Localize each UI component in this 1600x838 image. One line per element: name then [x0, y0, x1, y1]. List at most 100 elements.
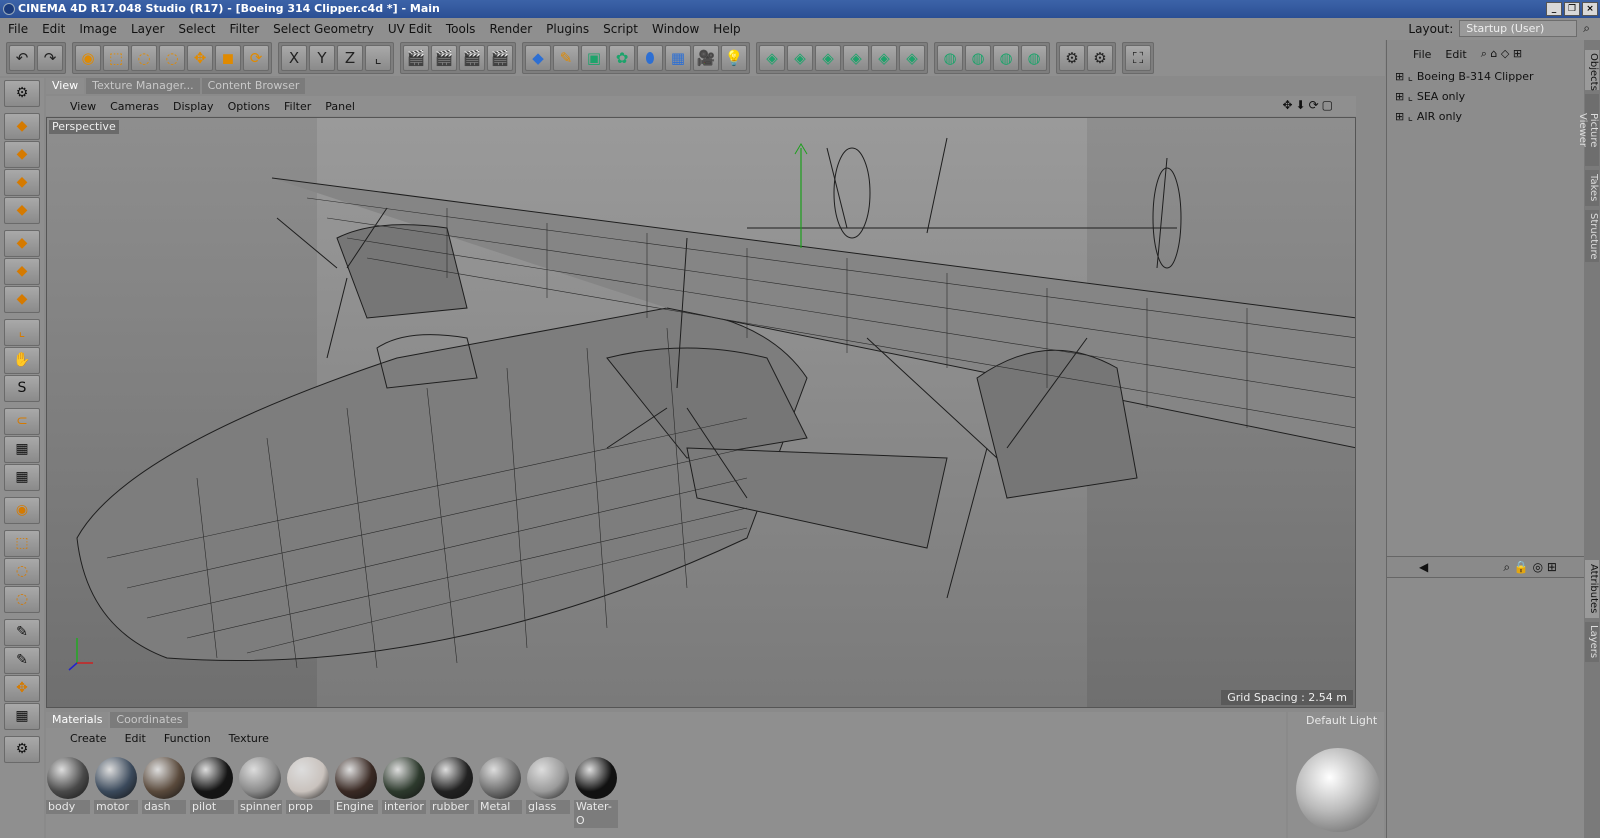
attribute-tools-icon[interactable]: ⌕ 🔒 ◎ ⊞ — [1503, 560, 1557, 575]
maximize-button[interactable]: ❐ — [1564, 2, 1580, 16]
object-menu-file[interactable]: File — [1413, 48, 1431, 61]
edit-render-settings-icon[interactable]: 🎬 — [487, 45, 513, 71]
lasso-selection-icon[interactable]: ◌ — [131, 45, 157, 71]
material-swatch[interactable]: prop — [286, 756, 330, 814]
array-icon[interactable]: ✿ — [609, 45, 635, 71]
points-mode-icon[interactable]: ◈ — [759, 45, 785, 71]
back-arrow-icon[interactable]: ◀ — [1419, 560, 1428, 574]
live-selection-icon[interactable]: ◉ — [75, 45, 101, 71]
camera-icon[interactable]: 🎥 — [693, 45, 719, 71]
viewport-menu-cameras[interactable]: Cameras — [110, 100, 159, 113]
dropper-icon[interactable]: ✎ — [4, 647, 40, 674]
perspective-viewport[interactable]: Perspective Grid Spacing : 2.54 m — [46, 117, 1356, 708]
workplane-icon[interactable]: ◆ — [4, 169, 40, 196]
material-menu-create[interactable]: Create — [70, 732, 107, 745]
model-mode-icon[interactable]: ◈ — [843, 45, 869, 71]
material-menu-texture[interactable]: Texture — [229, 732, 269, 745]
menu-tools[interactable]: Tools — [446, 22, 476, 36]
floor-icon[interactable]: ▦ — [665, 45, 691, 71]
menu-layer[interactable]: Layer — [131, 22, 164, 36]
menu-select-geometry[interactable]: Select Geometry — [273, 22, 374, 36]
scale-icon[interactable]: ◼ — [215, 45, 241, 71]
object-row[interactable]: ⊞ ⌞ AIR only — [1395, 110, 1462, 123]
x-axis-icon[interactable]: X — [281, 45, 307, 71]
tab-structure[interactable]: Structure — [1585, 210, 1599, 262]
viewport-menu-filter[interactable]: Filter — [284, 100, 311, 113]
material-swatch[interactable]: spinner — [238, 756, 282, 814]
move-icon[interactable]: ✥ — [4, 675, 40, 702]
pen-spline-icon[interactable]: ✎ — [553, 45, 579, 71]
material-swatch[interactable]: body — [46, 756, 90, 814]
tab-materials[interactable]: Materials — [46, 712, 109, 728]
grid-icon[interactable]: ▦ — [4, 703, 40, 730]
menu-edit[interactable]: Edit — [42, 22, 65, 36]
live-select-icon[interactable]: ◉ — [4, 497, 40, 524]
material-swatch[interactable]: Metal — [478, 756, 522, 814]
object-row[interactable]: ⊞ ⌞ Boeing B-314 Clipper — [1395, 70, 1533, 83]
tab-attributes[interactable]: Attributes — [1585, 560, 1599, 618]
redo-icon[interactable]: ↷ — [37, 45, 63, 71]
viewport-nav-icons[interactable]: ✥⬇⟳▢ — [1282, 98, 1336, 112]
rotate-icon[interactable]: ⟳ — [243, 45, 269, 71]
texture-mode-icon[interactable]: ◈ — [871, 45, 897, 71]
menu-plugins[interactable]: Plugins — [546, 22, 589, 36]
snap-icon[interactable]: ⚙ — [1059, 45, 1085, 71]
light-icon[interactable]: 💡 — [721, 45, 747, 71]
coord-system-icon[interactable]: ⌞ — [365, 45, 391, 71]
menu-file[interactable]: File — [8, 22, 28, 36]
close-button[interactable]: × — [1582, 2, 1598, 16]
rect-select-icon[interactable]: ⬚ — [4, 530, 40, 557]
render-picture-viewer-icon[interactable]: 🎬 — [431, 45, 457, 71]
viewport-menu-view[interactable]: View — [70, 100, 96, 113]
menu-uv-edit[interactable]: UV Edit — [388, 22, 432, 36]
snap-settings-icon[interactable]: ⚙ — [1087, 45, 1113, 71]
layout-select[interactable]: Startup (User) — [1459, 20, 1578, 37]
tab-content-browser[interactable]: Content Browser — [201, 78, 306, 94]
material-swatch[interactable]: motor — [94, 756, 138, 814]
material-menu-edit[interactable]: Edit — [125, 732, 146, 745]
material-swatch[interactable]: Water-O — [574, 756, 618, 828]
rect-selection-icon[interactable]: ⬚ — [103, 45, 129, 71]
polygons-tool-icon[interactable]: ◆ — [4, 286, 40, 313]
menu-filter[interactable]: Filter — [229, 22, 259, 36]
checker-2-icon[interactable]: ▦ — [4, 464, 40, 491]
material-swatch[interactable]: Engine — [334, 756, 378, 814]
bend-deformer-icon[interactable]: ⬮ — [637, 45, 663, 71]
material-swatch[interactable]: glass — [526, 756, 570, 814]
workplane-mode-icon[interactable]: ◈ — [899, 45, 925, 71]
viewport-menu-panel[interactable]: Panel — [325, 100, 355, 113]
object-menu-edit[interactable]: Edit — [1445, 48, 1466, 61]
solo-icon[interactable]: S — [4, 375, 40, 402]
tab-takes[interactable]: Takes — [1585, 170, 1599, 206]
model-mode-icon[interactable]: ◆ — [4, 113, 40, 140]
material-swatch[interactable]: pilot — [190, 756, 234, 814]
tab-picture-viewer[interactable]: Picture Viewer — [1577, 94, 1599, 166]
polygons-mode-icon[interactable]: ◈ — [815, 45, 841, 71]
y-axis-icon[interactable]: Y — [309, 45, 335, 71]
cube-icon[interactable]: ◆ — [525, 45, 551, 71]
z-axis-icon[interactable]: Z — [337, 45, 363, 71]
material-menu-function[interactable]: Function — [164, 732, 211, 745]
subdivision-icon[interactable]: ▣ — [581, 45, 607, 71]
tab-texture-manager[interactable]: Texture Manager... — [86, 78, 200, 94]
floor-tool-icon[interactable]: ◆ — [4, 197, 40, 224]
minimize-button[interactable]: _ — [1546, 2, 1562, 16]
tab-layers[interactable]: Layers — [1585, 622, 1599, 662]
symmetry-icon[interactable]: ◍ — [993, 45, 1019, 71]
tab-coordinates[interactable]: Coordinates — [110, 712, 189, 728]
checker-icon[interactable]: ▦ — [4, 436, 40, 463]
viewport-menu-options[interactable]: Options — [228, 100, 270, 113]
viewport-menu-display[interactable]: Display — [173, 100, 214, 113]
fullscreen-icon[interactable]: ⛶ — [1125, 45, 1151, 71]
brush-icon[interactable]: ✎ — [4, 619, 40, 646]
menu-help[interactable]: Help — [713, 22, 740, 36]
search-icon[interactable]: ⌕ — [1583, 21, 1590, 36]
axis-icon[interactable]: ⌞ — [4, 319, 40, 346]
material-swatch[interactable]: dash — [142, 756, 186, 814]
move-icon[interactable]: ✥ — [187, 45, 213, 71]
menu-image[interactable]: Image — [79, 22, 117, 36]
sculpt-icon[interactable]: ⚙ — [4, 736, 40, 763]
make-editable-icon[interactable]: ⚙ — [4, 80, 40, 107]
tab-view[interactable]: View — [46, 78, 85, 94]
object-row[interactable]: ⊞ ⌞ SEA only — [1395, 90, 1465, 103]
